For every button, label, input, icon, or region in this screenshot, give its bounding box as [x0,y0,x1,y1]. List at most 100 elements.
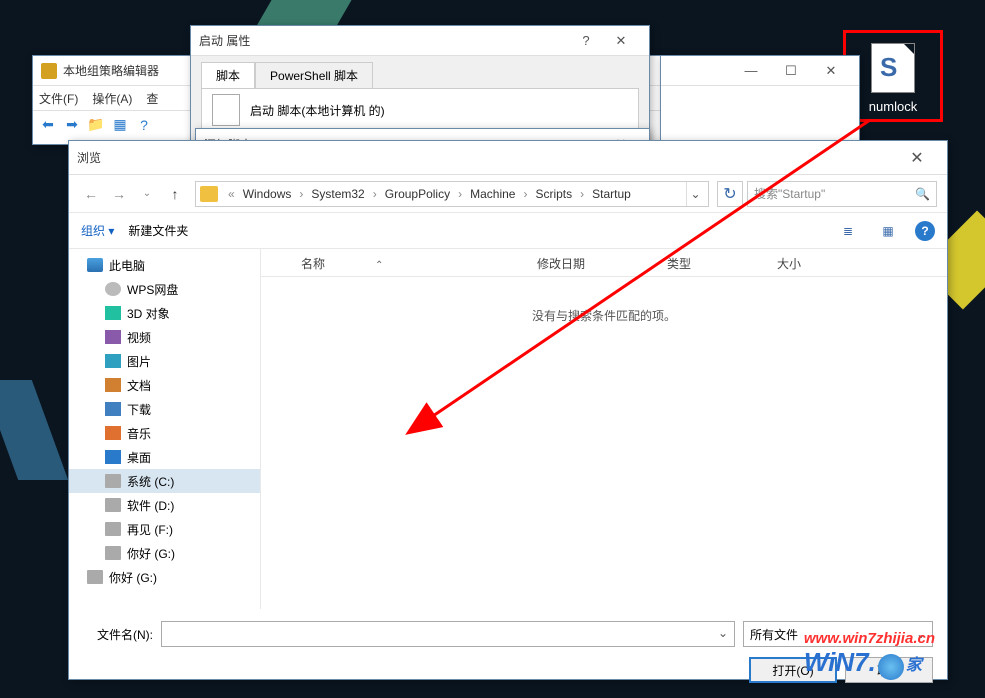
bc-system32[interactable]: System32 [309,185,366,203]
desktop-icon [105,450,121,464]
sidebar-item[interactable]: 下载 [69,397,260,421]
breadcrumb[interactable]: « Windows› System32› GroupPolicy› Machin… [195,181,709,207]
computer-icon [87,258,103,272]
menu-action[interactable]: 操作(A) [92,90,132,107]
menu-view[interactable]: 查 [146,90,158,107]
pictures-icon [105,354,121,368]
sidebar-item[interactable]: 桌面 [69,445,260,469]
sidebar-item-label: 3D 对象 [127,305,170,322]
close-button[interactable]: ✕ [895,144,939,172]
maximize-button[interactable]: ☐ [771,59,811,83]
chevron-down-icon: ⌄ [718,622,728,640]
startup-prop-title: 启动 属性 [199,32,571,49]
sidebar-item-label: 软件 (D:) [127,497,174,514]
video-icon [105,330,121,344]
browse-navbar: ← → ⌄ ↑ « Windows› System32› GroupPolicy… [69,175,947,213]
sidebar-item[interactable]: 图片 [69,349,260,373]
menu-file[interactable]: 文件(F) [39,90,78,107]
help-button[interactable]: ? [571,29,601,53]
sidebar-item[interactable]: 你好 (G:) [69,541,260,565]
organize-button[interactable]: 组织 ▾ [81,222,114,239]
close-button[interactable]: ✕ [811,59,851,83]
help-button[interactable]: ? [915,221,935,241]
col-date[interactable]: 修改日期 [521,249,651,276]
empty-message: 没有与搜索条件匹配的项。 [261,277,947,354]
script-label: 启动 脚本(本地计算机 的) [250,102,385,119]
sidebar-item-label: 再见 (F:) [127,521,173,538]
drive-icon [105,546,121,560]
sidebar-item[interactable]: 软件 (D:) [69,493,260,517]
view-details-button[interactable]: ▦ [875,220,901,242]
sidebar-item-label: WPS网盘 [127,281,178,298]
sidebar-item-label: 音乐 [127,425,151,442]
sidebar-item-label: 下载 [127,401,151,418]
watermark: www.win7zhijia.cn WiN7.家 [804,630,935,678]
startup-prop-titlebar[interactable]: 启动 属性 ? ✕ [191,26,649,56]
sidebar-item[interactable]: 你好 (G:) [69,565,260,589]
sidebar-item[interactable]: 文档 [69,373,260,397]
forward-icon[interactable]: ➡ [61,114,83,136]
sidebar-item[interactable]: WPS网盘 [69,277,260,301]
sidebar-item[interactable]: 再见 (F:) [69,517,260,541]
sidebar-item-label: 图片 [127,353,151,370]
view-list-button[interactable]: ≣ [835,220,861,242]
drive-icon [105,522,121,536]
breadcrumb-overflow[interactable]: « [224,187,239,201]
help-icon[interactable]: ? [133,114,155,136]
back-icon[interactable]: ⬅ [37,114,59,136]
watermark-logo: WiN7.家 [804,647,922,678]
bc-startup[interactable]: Startup [590,185,633,203]
up-button[interactable]: ↑ [163,182,187,206]
sidebar-item-label: 系统 (C:) [127,473,174,490]
tab-scripts[interactable]: 脚本 [201,62,255,88]
file-list: 名称 修改日期 类型 大小 没有与搜索条件匹配的项。 [261,249,947,609]
col-size[interactable]: 大小 [761,249,861,276]
col-name[interactable]: 名称 [261,249,521,276]
sidebar-item[interactable]: 此电脑 [69,253,260,277]
script-file-icon: S [871,43,915,93]
filename-label: 文件名(N): [83,626,153,643]
search-placeholder: 搜索"Startup" [754,185,825,202]
docs-icon [105,378,121,392]
sidebar-item-label: 你好 (G:) [127,545,175,562]
sidebar-item[interactable]: 音乐 [69,421,260,445]
search-input[interactable]: 搜索"Startup" 🔍 [747,181,937,207]
breadcrumb-dropdown[interactable]: ⌄ [686,182,704,206]
refresh-button[interactable]: ↻ [717,181,743,207]
back-button[interactable]: ← [79,182,103,206]
forward-button[interactable]: → [107,182,131,206]
desktop-icon-label: numlock [851,99,935,114]
sidebar-item[interactable]: 视频 [69,325,260,349]
newfolder-button[interactable]: 新建文件夹 [128,222,188,239]
bc-scripts[interactable]: Scripts [533,185,574,203]
browse-title: 浏览 [77,149,895,166]
bc-windows[interactable]: Windows [241,185,294,203]
col-type[interactable]: 类型 [651,249,761,276]
explorer-window: — ☐ ✕ [660,55,860,145]
up-folder-icon[interactable]: 📁 [85,114,107,136]
recent-dropdown[interactable]: ⌄ [135,182,159,206]
bc-machine[interactable]: Machine [468,185,517,203]
downloads-icon [105,402,121,416]
minimize-button[interactable]: — [731,59,771,83]
filename-input[interactable]: ⌄ [161,621,735,647]
search-icon: 🔍 [915,187,930,201]
close-button[interactable]: ✕ [601,29,641,53]
gpedit-icon [41,63,57,79]
browse-titlebar[interactable]: 浏览 ✕ [69,141,947,175]
music-icon [105,426,121,440]
folder-icon [200,186,218,202]
browse-dialog: 浏览 ✕ ← → ⌄ ↑ « Windows› System32› GroupP… [68,140,948,680]
list-icon[interactable]: ▦ [109,114,131,136]
sidebar-item[interactable]: 系统 (C:) [69,469,260,493]
bc-grouppolicy[interactable]: GroupPolicy [383,185,452,203]
drive-icon [87,570,103,584]
drive-icon [105,474,121,488]
script-icon [212,94,240,126]
tab-powershell[interactable]: PowerShell 脚本 [255,62,373,88]
sidebar-item[interactable]: 3D 对象 [69,301,260,325]
sidebar-item-label: 桌面 [127,449,151,466]
sidebar-item-label: 文档 [127,377,151,394]
column-headers: 名称 修改日期 类型 大小 [261,249,947,277]
sidebar-item-label: 此电脑 [109,257,145,274]
